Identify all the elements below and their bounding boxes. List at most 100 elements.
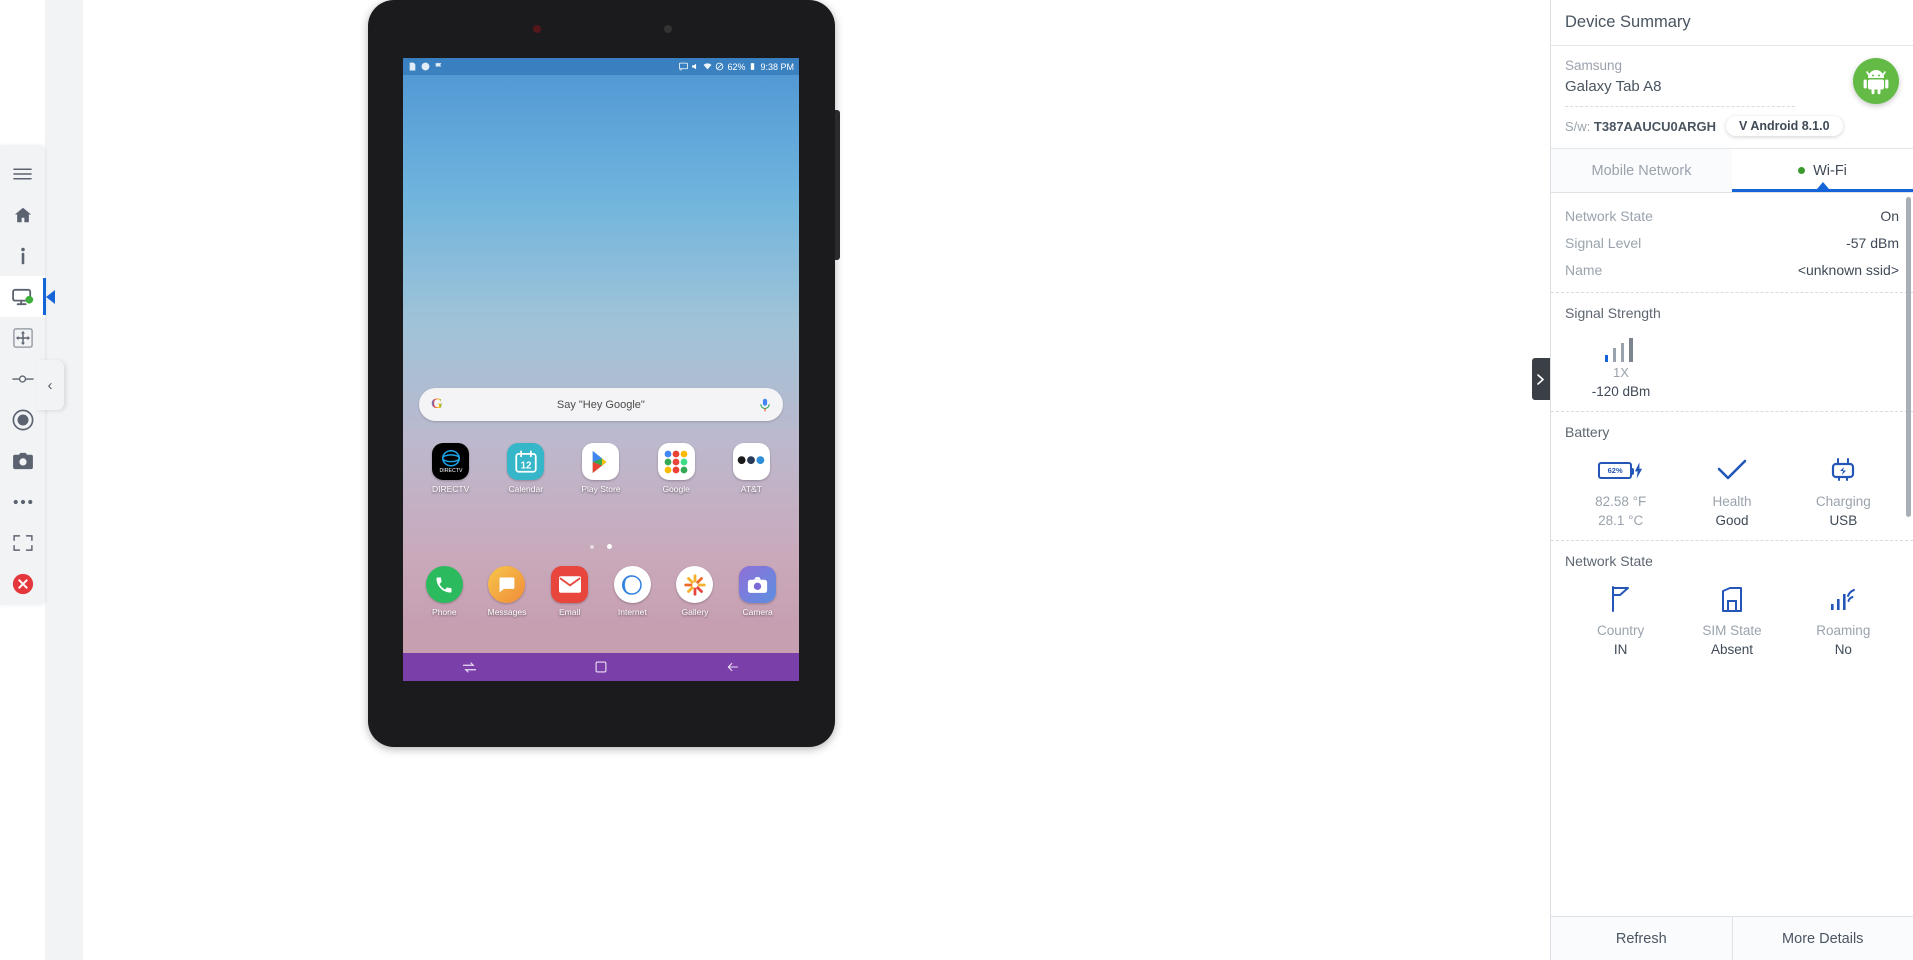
country-cell: Country IN: [1565, 577, 1676, 659]
tab-mobile-network[interactable]: Mobile Network: [1551, 149, 1732, 192]
app-label: Google: [662, 484, 690, 494]
power-plug-icon: [1788, 448, 1899, 492]
info-icon[interactable]: [0, 235, 45, 276]
sim-state-label: SIM State: [1702, 623, 1762, 638]
refresh-button[interactable]: Refresh: [1551, 917, 1732, 960]
app-directv[interactable]: DIRECTV DIRECTV: [420, 443, 482, 494]
app-calendar[interactable]: 12 Calendar: [495, 443, 557, 494]
battery-temp-f: 82.58 °F: [1595, 494, 1647, 509]
network-state-cells: Country IN SIM State Absent Roaming No: [1565, 577, 1899, 659]
panel-body: Network State On Signal Level -57 dBm Na…: [1551, 193, 1913, 916]
app-internet[interactable]: Internet: [601, 566, 663, 617]
app-play-store[interactable]: Play Store: [570, 443, 632, 494]
pan-move-icon[interactable]: [0, 317, 45, 358]
sw-value: T387AAUCU0ARGH: [1593, 118, 1716, 134]
software-version-row: S/w: T387AAUCU0ARGH V Android 8.1.0: [1565, 116, 1899, 136]
device-info-block: Samsung Galaxy Tab A8 S/w: T387AAUCU0ARG…: [1551, 46, 1913, 149]
page-dot-active[interactable]: [606, 544, 612, 549]
tab-wifi[interactable]: Wi-Fi: [1732, 149, 1913, 192]
network-state-section: Network State Country IN SIM State Absen…: [1551, 540, 1913, 669]
network-tabs: Mobile Network Wi-Fi: [1551, 149, 1913, 193]
row-key: Name: [1565, 262, 1603, 278]
app-label: Camera: [742, 607, 773, 617]
play-store-icon: [582, 443, 620, 480]
google-search-bar[interactable]: G Say "Hey Google": [419, 388, 783, 421]
app-att-folder[interactable]: AT&T: [720, 443, 782, 494]
row-value: On: [1880, 208, 1899, 224]
page-dot[interactable]: [590, 545, 595, 549]
home-square-icon[interactable]: [594, 660, 608, 674]
app-messages[interactable]: Messages: [476, 566, 538, 617]
flag-status-icon: [435, 62, 442, 71]
active-indicator-arrow: [46, 289, 55, 304]
signal-strength-section: Signal Strength 1X -120 dBm: [1551, 292, 1913, 411]
device-monitor-icon[interactable]: [0, 276, 55, 317]
app-label: Play Store: [581, 484, 621, 494]
charging-label: Charging: [1815, 494, 1871, 509]
document-icon: [409, 62, 416, 71]
device-canvas: 62% 9:38 PM G Say "Hey Google" DIRECTV D…: [45, 0, 1228, 960]
internet-icon: [613, 566, 651, 603]
home-icon[interactable]: [0, 194, 45, 235]
mic-icon[interactable]: [759, 398, 771, 412]
google-folder-icon: [657, 443, 695, 480]
flag-icon: [1565, 577, 1676, 621]
country-value: IN: [1613, 642, 1628, 657]
volume-icon: [692, 63, 697, 70]
app-label: AT&T: [740, 484, 762, 494]
statusbar-left-icons: [408, 62, 443, 71]
country-label: Country: [1597, 623, 1645, 638]
front-camera-dot: [532, 25, 541, 33]
android-navbar: [403, 653, 799, 681]
app-label: Messages: [487, 607, 527, 617]
app-google-folder[interactable]: Google: [645, 443, 707, 494]
check-icon: [1676, 448, 1787, 492]
calendar-icon: 12: [507, 443, 545, 480]
divider: [1565, 106, 1796, 107]
battery-level-cell: 62% 82.58 °F 28.1 °C: [1565, 448, 1676, 530]
lightning-bolt-icon: [1635, 461, 1643, 479]
home-page-indicator: [403, 536, 799, 554]
panel-scrollbar[interactable]: [1906, 197, 1911, 517]
app-camera[interactable]: Camera: [727, 566, 789, 617]
app-phone[interactable]: Phone: [413, 566, 475, 617]
tab-label: Wi-Fi: [1813, 162, 1847, 179]
camera-app-icon: [739, 566, 777, 603]
recents-icon[interactable]: [462, 660, 477, 675]
wifi-details-list: Network State On Signal Level -57 dBm Na…: [1551, 193, 1913, 292]
statusbar-battery-percent: 62%: [727, 61, 746, 72]
device-screen[interactable]: 62% 9:38 PM G Say "Hey Google" DIRECTV D…: [403, 58, 799, 681]
sw-label: S/w:: [1565, 118, 1591, 134]
battery-charging-icon: 62%: [1565, 448, 1676, 492]
more-details-button[interactable]: More Details: [1731, 917, 1913, 960]
battery-status-icon: [751, 63, 755, 70]
section-title: Network State: [1565, 553, 1653, 569]
roaming-cell: Roaming No: [1788, 577, 1899, 659]
app-label: Email: [559, 607, 581, 617]
directv-icon: DIRECTV: [432, 443, 470, 480]
more-ellipsis-icon[interactable]: [0, 481, 45, 522]
wifi-active-dot-icon: [1798, 167, 1806, 174]
signal-bars-icon: [1565, 329, 1677, 363]
panel-collapse-icon[interactable]: [1532, 358, 1550, 400]
device-brand: Samsung: [1565, 58, 1623, 73]
camera-icon[interactable]: [0, 440, 45, 481]
fullscreen-icon[interactable]: [0, 522, 45, 563]
device-model: Galaxy Tab A8: [1565, 78, 1662, 95]
back-icon[interactable]: [725, 660, 740, 674]
panel-title: Device Summary: [1551, 0, 1913, 46]
cast-icon: [679, 62, 689, 71]
app-gallery[interactable]: Gallery: [664, 566, 726, 617]
app-row-primary: DIRECTV DIRECTV 12 Calendar Play Store G…: [413, 443, 789, 494]
search-placeholder: Say "Hey Google": [556, 398, 645, 411]
close-icon[interactable]: [0, 563, 45, 604]
app-email[interactable]: Email: [539, 566, 601, 617]
row-key: Signal Level: [1565, 235, 1642, 251]
gallery-icon: [676, 566, 714, 603]
charging-value: USB: [1829, 513, 1858, 528]
menu-icon[interactable]: [0, 153, 45, 194]
app-label: Phone: [432, 607, 457, 617]
app-label: Gallery: [681, 607, 709, 617]
toolbar-collapse-button[interactable]: ‹: [36, 360, 64, 410]
row-value: -57 dBm: [1846, 235, 1899, 251]
